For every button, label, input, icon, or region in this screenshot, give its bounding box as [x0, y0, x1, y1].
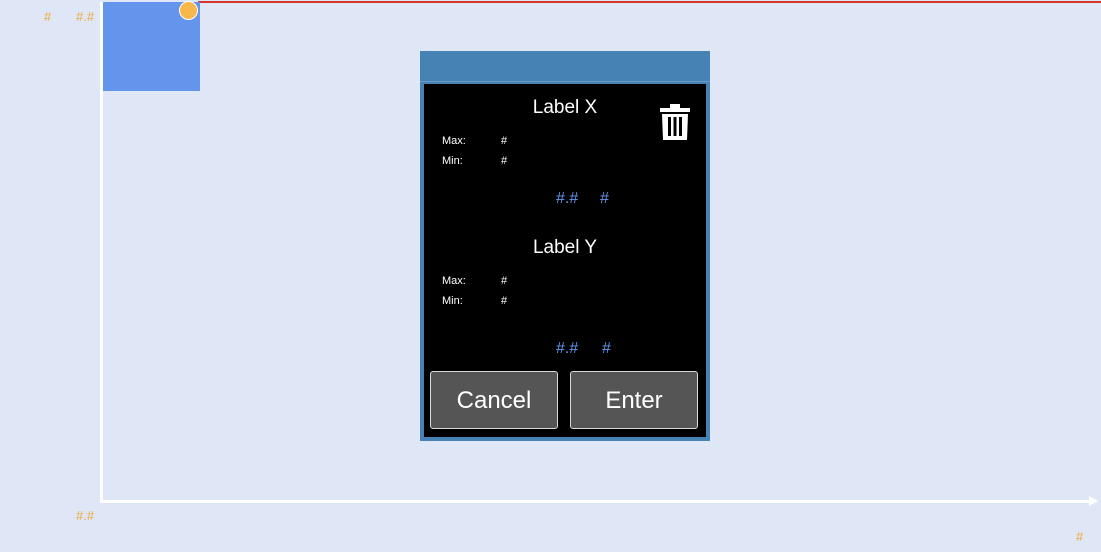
- y-value-readout[interactable]: #.#: [556, 339, 578, 359]
- y-axis: [100, 90, 103, 503]
- y-min-value[interactable]: #: [501, 295, 507, 308]
- x-axis: [100, 500, 1091, 503]
- y-max-value[interactable]: #: [501, 275, 507, 288]
- x-axis-arrow-icon: [1089, 496, 1098, 506]
- plot-view: # #.# #.# # Label X Max: # Min: # #.# # …: [0, 0, 1101, 552]
- x-max-label: Max:: [442, 135, 466, 147]
- edit-range-dialog: Label X Max: # Min: # #.# # Label Y Max:…: [420, 51, 710, 441]
- y-max-label: #.#: [76, 9, 95, 24]
- y-min-label: Min:: [442, 295, 463, 307]
- x-value-readout[interactable]: #.#: [556, 189, 578, 209]
- x-min-label: Min:: [442, 155, 463, 167]
- top-left-label: #: [44, 9, 52, 24]
- y-max-label: Max:: [442, 275, 466, 287]
- x-min-value[interactable]: #: [501, 155, 507, 168]
- x-max-label: #: [1076, 529, 1084, 544]
- upper-limit-line: [198, 1, 1101, 3]
- y-unit-readout: #: [602, 340, 611, 357]
- resize-handle[interactable]: [179, 1, 198, 20]
- cancel-button[interactable]: Cancel: [430, 371, 558, 429]
- trash-icon[interactable]: [660, 104, 690, 140]
- enter-button[interactable]: Enter: [570, 371, 698, 429]
- dialog-body: Label X Max: # Min: # #.# # Label Y Max:…: [424, 84, 706, 437]
- dialog-header[interactable]: [420, 51, 710, 82]
- y-section-title: Label Y: [532, 237, 598, 258]
- x-max-value[interactable]: #: [501, 135, 507, 148]
- y-min-label: #.#: [76, 508, 95, 523]
- x-unit-readout: #: [600, 190, 609, 207]
